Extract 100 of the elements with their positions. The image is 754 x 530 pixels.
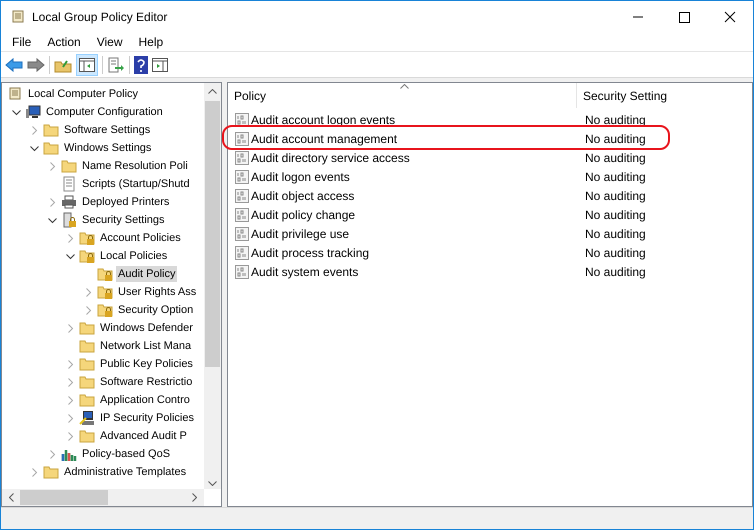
- tree-item[interactable]: Local Computer Policy: [26, 86, 140, 102]
- binary-document-icon: [235, 246, 249, 260]
- policy-name[interactable]: Audit account management: [251, 130, 585, 148]
- expanded-chevron-icon[interactable]: [48, 216, 57, 224]
- setting-value: No auditing: [585, 226, 646, 242]
- tree-item[interactable]: User Rights Ass: [116, 284, 198, 300]
- folder-icon: [79, 356, 95, 372]
- policy-name[interactable]: Audit directory service access: [251, 148, 585, 166]
- tree-item[interactable]: Local Policies: [98, 248, 170, 264]
- scroll-left-icon[interactable]: [9, 493, 14, 502]
- export-list-icon[interactable]: [107, 56, 125, 72]
- back-arrow-icon[interactable]: [5, 56, 23, 72]
- folder-icon: [79, 374, 95, 390]
- tree-item[interactable]: Public Key Policies: [98, 356, 195, 372]
- tree-item[interactable]: Security Option: [116, 302, 196, 318]
- collapsed-chevron-icon[interactable]: [30, 126, 39, 134]
- server-lock-icon: [61, 212, 77, 228]
- policy-name[interactable]: Audit policy change: [251, 206, 585, 224]
- tree-item[interactable]: Policy-based QoS: [80, 446, 172, 462]
- tree-item[interactable]: Audit Policy: [116, 266, 178, 282]
- help-icon[interactable]: [134, 56, 148, 74]
- computer-key-icon: [79, 410, 95, 426]
- collapsed-chevron-icon[interactable]: [66, 414, 75, 422]
- collapsed-chevron-icon[interactable]: [84, 288, 93, 296]
- collapsed-chevron-icon[interactable]: [48, 162, 57, 170]
- column-header[interactable]: Policy: [228, 83, 577, 108]
- collapsed-chevron-icon[interactable]: [66, 432, 75, 440]
- computer-icon: [25, 104, 41, 120]
- forward-arrow-icon[interactable]: [27, 56, 45, 72]
- pane-toggle-icon[interactable]: [79, 58, 95, 72]
- folder-lock-icon: [79, 230, 95, 246]
- tree-item[interactable]: Security Settings: [80, 212, 167, 228]
- binary-document-icon: [235, 150, 249, 164]
- binary-document-icon: [235, 112, 249, 126]
- setting-value: No auditing: [585, 168, 646, 186]
- collapsed-chevron-icon[interactable]: [48, 450, 57, 458]
- collapsed-chevron-icon[interactable]: [84, 306, 93, 314]
- scroll-up-icon[interactable]: [208, 89, 217, 94]
- tree-item[interactable]: Software Restrictio: [98, 374, 194, 390]
- policy-name[interactable]: Audit system events: [251, 262, 585, 280]
- folder-icon: [79, 338, 95, 354]
- binary-document-icon: [235, 226, 249, 240]
- printer-icon: [61, 194, 77, 210]
- menu-item[interactable]: View: [88, 32, 130, 50]
- scroll-icon: [10, 8, 26, 24]
- collapsed-chevron-icon[interactable]: [66, 396, 75, 404]
- expanded-chevron-icon[interactable]: [66, 252, 75, 260]
- collapsed-chevron-icon[interactable]: [66, 378, 75, 386]
- collapsed-chevron-icon[interactable]: [66, 360, 75, 368]
- scroll-down-icon[interactable]: [208, 481, 217, 486]
- folder-lock-icon: [79, 248, 95, 264]
- tree-item[interactable]: Account Policies: [98, 230, 183, 246]
- binary-document-icon: [235, 208, 249, 222]
- scroll-right-icon[interactable]: [192, 493, 197, 502]
- folder-icon: [79, 392, 95, 408]
- policy-name[interactable]: Audit privilege use: [251, 224, 585, 242]
- window-title: Local Group Policy Editor: [32, 8, 168, 26]
- binary-document-icon: [235, 132, 249, 146]
- policy-name[interactable]: Audit object access: [251, 186, 585, 204]
- folder-icon: [43, 464, 59, 480]
- horizontal-scrollbar[interactable]: [2, 489, 204, 506]
- collapsed-chevron-icon[interactable]: [66, 234, 75, 242]
- sort-caret-icon: [400, 84, 409, 89]
- column-header[interactable]: Security Setting: [577, 83, 668, 108]
- setting-value: No auditing: [585, 130, 646, 148]
- policy-name[interactable]: Audit logon events: [251, 168, 585, 186]
- tree-item[interactable]: Scripts (Startup/Shutd: [80, 176, 192, 192]
- collapsed-chevron-icon[interactable]: [48, 198, 57, 206]
- pane-icon[interactable]: [152, 58, 168, 72]
- folder-lock-icon: [97, 302, 113, 318]
- setting-value: No auditing: [585, 244, 646, 262]
- folder-icon: [43, 140, 59, 156]
- menu-item[interactable]: File: [4, 32, 40, 50]
- collapsed-chevron-icon[interactable]: [66, 324, 75, 332]
- vertical-scrollbar[interactable]: [204, 83, 221, 489]
- tree-item[interactable]: Name Resolution Poli: [80, 158, 190, 174]
- setting-value: No auditing: [585, 150, 646, 166]
- tree-item[interactable]: Network List Mana: [98, 338, 194, 354]
- script-icon: [61, 176, 77, 192]
- policy-name[interactable]: Audit process tracking: [251, 244, 585, 262]
- menu-item[interactable]: Help: [130, 32, 172, 50]
- tree-item[interactable]: IP Security Policies: [98, 410, 196, 426]
- expanded-chevron-icon[interactable]: [12, 108, 21, 116]
- binary-document-icon: [235, 170, 249, 184]
- scroll-thumb[interactable]: [20, 490, 108, 505]
- tree-item[interactable]: Administrative Templates: [62, 464, 188, 480]
- tree-item[interactable]: Software Settings: [62, 122, 152, 138]
- setting-value: No auditing: [585, 188, 646, 204]
- tree-item[interactable]: Windows Defender: [98, 320, 195, 336]
- collapsed-chevron-icon[interactable]: [30, 468, 39, 476]
- tree-item[interactable]: Advanced Audit P: [98, 428, 189, 444]
- menu-item[interactable]: Action: [39, 32, 89, 50]
- tree-item[interactable]: Application Contro: [98, 392, 192, 408]
- expanded-chevron-icon[interactable]: [30, 144, 39, 152]
- setting-value: No auditing: [585, 206, 646, 224]
- tree-item[interactable]: Computer Configuration: [44, 104, 165, 120]
- tree-item[interactable]: Windows Settings: [62, 140, 154, 156]
- scroll-thumb[interactable]: [205, 101, 220, 367]
- tree-item[interactable]: Deployed Printers: [80, 194, 172, 210]
- scroll-icon: [7, 86, 23, 102]
